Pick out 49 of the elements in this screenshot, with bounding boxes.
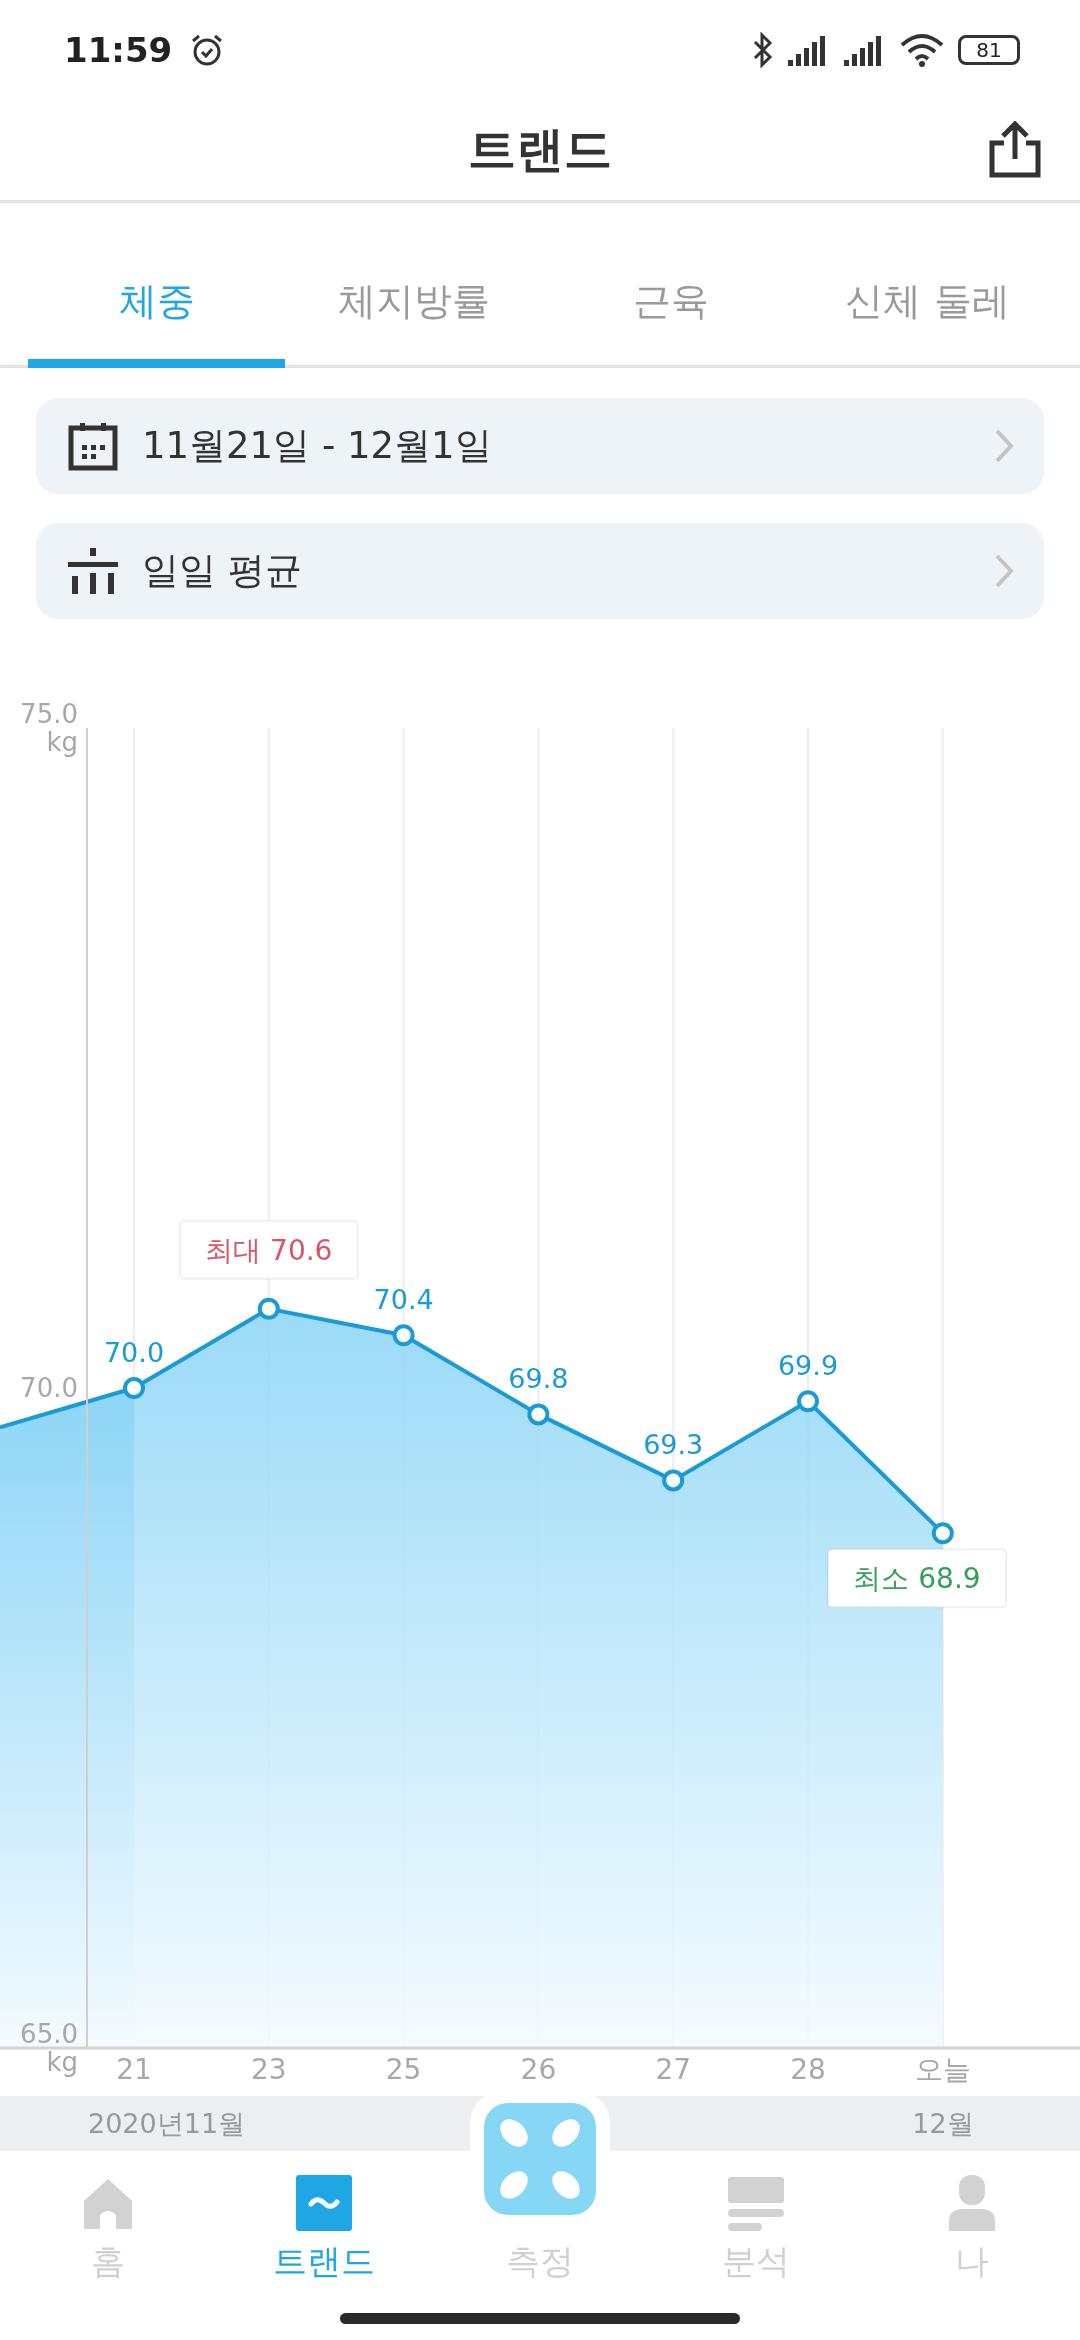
axis-label: 65.0 kg: [20, 2019, 78, 2077]
clock-time: 11:59: [64, 30, 173, 70]
filter-row[interactable]: 일일 평균: [36, 523, 1044, 619]
axis-label: 25: [385, 2053, 422, 2086]
month-label: 2020년11월: [88, 2106, 246, 2141]
data-point: [662, 1469, 685, 1492]
filter-label: 11월21일 - 12월1일: [142, 423, 492, 469]
report-icon: [728, 2175, 784, 2231]
calendar-icon: [68, 421, 118, 471]
bluetooth-icon: [752, 32, 774, 68]
data-point: [527, 1403, 550, 1426]
alarm-icon: [190, 33, 225, 67]
tab[interactable]: 근육: [542, 203, 799, 368]
axis-label: 27: [655, 2053, 691, 2086]
tooltip-label: 최소 68.9: [853, 1562, 981, 1596]
wifi-icon: [900, 33, 944, 67]
data-point: [257, 1297, 280, 1320]
data-point: [797, 1390, 819, 1413]
data-label: 70.0: [103, 1337, 165, 1368]
filter-row[interactable]: 11월21일 - 12월1일: [36, 398, 1044, 494]
tooltip-label: 최대 70.6: [205, 1233, 333, 1267]
axis-label: 21: [116, 2053, 152, 2086]
battery-level: 81: [958, 35, 1020, 65]
axis-label: 28: [790, 2053, 826, 2086]
bar-average-icon: [68, 548, 118, 594]
axis-label: 75.0 kg: [20, 699, 78, 757]
share-icon[interactable]: [988, 121, 1042, 179]
filter-label: 일일 평균: [142, 548, 302, 594]
chevron-icon: [994, 428, 1014, 464]
data-point: [392, 1324, 415, 1347]
axis-label: 70.0: [20, 1373, 78, 1403]
axis-label: 26: [520, 2053, 557, 2086]
page-title: 트랜드: [468, 120, 612, 179]
data-label: 69.9: [777, 1350, 839, 1382]
tab[interactable]: 신체 둘레: [799, 203, 1056, 368]
person-icon: [949, 2175, 995, 2231]
wave-icon: [296, 2175, 352, 2231]
chevron-icon: [994, 553, 1014, 589]
data-point: [931, 1522, 954, 1545]
data-label: 69.3: [643, 1429, 704, 1461]
tab[interactable]: 체지방률: [285, 203, 542, 368]
data-point: [123, 1377, 145, 1399]
month-label: 12월: [912, 2106, 974, 2141]
tab[interactable]: 체중: [28, 203, 285, 368]
axis-label: 23: [251, 2053, 287, 2086]
data-label: 70.4: [373, 1284, 434, 1316]
data-label: 69.8: [508, 1363, 569, 1395]
axis-label: 오늘: [914, 2053, 971, 2086]
nav-item[interactable]: 트랜드: [216, 2151, 432, 2285]
